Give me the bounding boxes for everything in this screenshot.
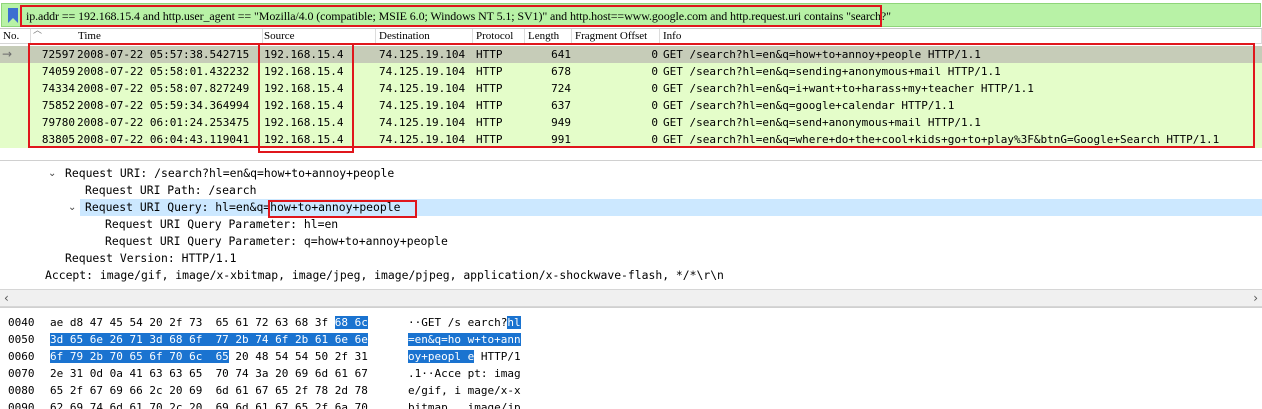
hex-bytes[interactable]: 2e 31 0d 0a 41 63 63 65 70 74 3a 20 69 6…	[50, 365, 368, 382]
hex-bytes-plain: 20 48 54 54 50 2f 31	[228, 350, 368, 363]
hex-ascii[interactable]: .1··Acce pt: imag	[408, 365, 521, 382]
hex-offset: 0060	[8, 350, 35, 363]
hex-bytes[interactable]: ae d8 47 45 54 20 2f 73 65 61 72 63 68 3…	[50, 314, 368, 331]
tree-item-uri-query[interactable]: Request URI Query: hl=en&q=how+to+annoy+…	[80, 199, 1262, 216]
tree-item-request-uri[interactable]: Request URI: /search?hl=en&q=how+to+anno…	[65, 165, 394, 182]
hex-bytes[interactable]: 65 2f 67 69 66 2c 20 69 6d 61 67 65 2f 7…	[50, 382, 368, 399]
details-horizontal-scrollbar[interactable]: ‹ ›	[0, 289, 1262, 307]
bookmark-icon[interactable]	[7, 8, 19, 23]
packet-list: No. Time ︿ Source Destination Protocol L…	[0, 25, 1262, 153]
hex-row: 0090 62 69 74 6d 61 70 2c 20 69 6d 61 67…	[0, 399, 1262, 409]
hex-offset: 0070	[8, 367, 35, 380]
tree-item-uri-path[interactable]: Request URI Path: /search	[85, 182, 256, 199]
hex-bytes[interactable]: 62 69 74 6d 61 70 2c 20 69 6d 61 67 65 2…	[50, 399, 368, 409]
hex-bytes-selected: 3d 65 6e 26 71 3d 68 6f 77 2b 74 6f 2b 6…	[50, 333, 368, 346]
tree-item-accept[interactable]: Accept: image/gif, image/x-xbitmap, imag…	[45, 267, 724, 284]
hex-offset: 0050	[8, 333, 35, 346]
hex-row: 0060 6f 79 2b 70 65 6f 70 6c 65 20 48 54…	[0, 348, 1262, 365]
ascii-selected: hl	[507, 316, 521, 329]
packet-bytes-pane: 0040 ae d8 47 45 54 20 2f 73 65 61 72 63…	[0, 307, 1262, 409]
hex-row: 0070 2e 31 0d 0a 41 63 63 65 70 74 3a 20…	[0, 365, 1262, 382]
hex-ascii[interactable]: ··GET /s earch?hl	[408, 314, 521, 331]
display-filter-toolbar: ip.addr == 192.168.15.4 and http.user_ag…	[0, 0, 1262, 29]
column-header-source[interactable]: Source	[261, 29, 376, 44]
hex-offset: 0090	[8, 401, 35, 409]
tree-item-query-param[interactable]: Request URI Query Parameter: q=how+to+an…	[105, 233, 448, 250]
sort-ascending-icon: ︿	[33, 25, 43, 35]
collapse-arrow-icon[interactable]: ⌄	[68, 199, 76, 216]
column-header-info[interactable]: Info	[660, 29, 1262, 44]
hex-bytes-selected: 6f 79 2b 70 65 6f 70 6c 65	[50, 350, 229, 363]
hex-offset: 0040	[8, 316, 35, 329]
display-filter-input[interactable]: ip.addr == 192.168.15.4 and http.user_ag…	[1, 3, 1261, 27]
hex-bytes[interactable]: 3d 65 6e 26 71 3d 68 6f 77 2b 74 6f 2b 6…	[50, 331, 368, 348]
packet-details-tree: ⌄ Request URI: /search?hl=en&q=how+to+an…	[0, 160, 1262, 288]
hex-row: 0080 65 2f 67 69 66 2c 20 69 6d 61 67 65…	[0, 382, 1262, 399]
ascii-plain: HTTP/1	[474, 350, 521, 363]
column-header-protocol[interactable]: Protocol	[473, 29, 525, 44]
hex-ascii[interactable]: oy+peopl e HTTP/1	[408, 348, 521, 365]
ascii-selected: oy+peopl e	[408, 350, 475, 363]
related-packet-arrow-icon: →	[2, 47, 13, 61]
uri-query-label: Request URI Query: hl=en&q=	[85, 200, 271, 214]
hex-bytes[interactable]: 6f 79 2b 70 65 6f 70 6c 65 20 48 54 54 5…	[50, 348, 368, 365]
hex-row: 0040 ae d8 47 45 54 20 2f 73 65 61 72 63…	[0, 314, 1262, 331]
collapse-arrow-icon[interactable]: ⌄	[48, 165, 56, 182]
hex-ascii[interactable]: =en&q=ho w+to+ann	[408, 331, 521, 348]
column-header-no[interactable]: No.	[0, 29, 31, 44]
column-header-fragment-offset[interactable]: Fragment Offset	[572, 29, 660, 44]
column-header-time[interactable]: Time	[75, 29, 263, 44]
hex-ascii[interactable]: e/gif, i mage/x-x	[408, 382, 521, 399]
column-header-destination[interactable]: Destination	[376, 29, 473, 44]
tree-item-request-version[interactable]: Request Version: HTTP/1.1	[65, 250, 236, 267]
filter-annotation-box	[20, 5, 882, 27]
rows-annotation-box	[28, 43, 1255, 148]
source-annotation-box	[258, 43, 354, 153]
ascii-selected: =en&q=ho w+to+ann	[408, 333, 521, 346]
hex-bytes-plain: ae d8 47 45 54 20 2f 73 65 61 72 63 68 3…	[50, 316, 335, 329]
ascii-plain: ··GET /s earch?	[408, 316, 508, 329]
hex-row: 0050 3d 65 6e 26 71 3d 68 6f 77 2b 74 6f…	[0, 331, 1262, 348]
scroll-right-icon[interactable]: ›	[1253, 291, 1258, 305]
hex-offset: 0080	[8, 384, 35, 397]
scroll-left-icon[interactable]: ‹	[4, 291, 9, 305]
tree-item-query-param[interactable]: Request URI Query Parameter: hl=en	[105, 216, 338, 233]
packet-list-header: No. Time ︿ Source Destination Protocol L…	[0, 25, 1262, 44]
hex-bytes-selected: 68 6c	[334, 316, 368, 329]
column-header-length[interactable]: Length	[525, 29, 572, 44]
hex-ascii[interactable]: bitmap, image/jp	[408, 399, 521, 409]
